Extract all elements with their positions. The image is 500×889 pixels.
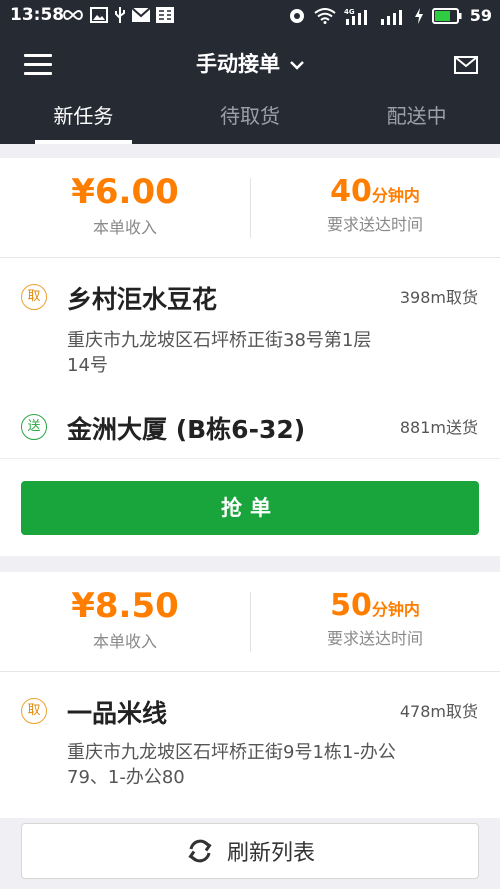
refresh-list-button[interactable]: 刷新列表	[21, 823, 479, 879]
delivery-minutes: 50分钟内	[250, 588, 500, 623]
page-title-text: 手动接单	[196, 52, 280, 76]
delivery-name: 金洲大厦 (B栋6-32)	[67, 415, 306, 444]
minutes-unit: 分钟内	[371, 186, 420, 205]
separator	[0, 458, 500, 459]
chevron-down-icon	[290, 61, 304, 70]
pickup-shop-name: 一品米线	[67, 699, 168, 728]
pickup-distance: 398m取货	[399, 288, 478, 307]
order-price: ¥8.50	[71, 586, 179, 626]
charging-icon	[414, 7, 423, 24]
delivery-minutes: 40分钟内	[250, 174, 500, 209]
pickup-badge: 取	[21, 698, 47, 724]
tab-awaiting-pickup[interactable]: 待取货	[167, 92, 334, 144]
battery-icon	[431, 7, 462, 24]
tab-new-tasks[interactable]: 新任务	[0, 92, 167, 144]
location-icon	[289, 8, 304, 23]
minutes-value: 50	[330, 588, 372, 623]
tab-bar: 新任务 待取货 配送中	[0, 92, 500, 144]
time-label: 要求送达时间	[326, 629, 423, 648]
wifi-icon	[314, 7, 336, 24]
order-card: ¥8.50 本单收入 50分钟内 要求送达时间 取 一品米线 478m取货 重庆…	[0, 572, 500, 818]
order-card: ¥6.00 本单收入 40分钟内 要求送达时间 取 乡村洰水豆花 398m取货 …	[0, 158, 500, 556]
pickup-distance: 478m取货	[399, 702, 478, 721]
svg-text:4G: 4G	[344, 8, 355, 16]
usb-icon	[115, 7, 125, 23]
status-time: 13:58	[10, 5, 65, 25]
status-right-icons: 4G 59	[288, 6, 492, 25]
signal-icon	[380, 9, 402, 25]
mail-status-icon	[132, 8, 150, 22]
mail-icon[interactable]	[454, 56, 478, 78]
order-summary: ¥6.00 本单收入 40分钟内 要求送达时间	[0, 158, 500, 258]
order-price: ¥6.00	[71, 172, 179, 212]
price-label: 本单收入	[92, 632, 157, 651]
signal-4g-icon: 4G	[344, 8, 367, 25]
order-addresses: 取 乡村洰水豆花 398m取货 重庆市九龙坡区石坪桥正街38号第1层14号 送 …	[0, 258, 500, 550]
pickup-address: 重庆市九龙坡区石坪桥正街38号第1层14号	[67, 330, 372, 376]
image-icon	[90, 7, 108, 23]
pickup-shop-name: 乡村洰水豆花	[67, 285, 218, 314]
tab-delivering[interactable]: 配送中	[333, 92, 500, 144]
page-title[interactable]: 手动接单	[0, 48, 500, 78]
battery-level: 59	[469, 6, 492, 25]
time-label: 要求送达时间	[326, 215, 423, 234]
order-summary: ¥8.50 本单收入 50分钟内 要求送达时间	[0, 572, 500, 672]
news-icon	[156, 7, 174, 23]
order-addresses: 取 一品米线 478m取货 重庆市九龙坡区石坪桥正街9号1栋1-办公79、1-办…	[0, 672, 500, 818]
pickup-address: 重庆市九龙坡区石坪桥正街9号1栋1-办公79、1-办公80	[67, 742, 396, 788]
delivery-distance: 881m送货	[399, 418, 478, 437]
grab-order-button[interactable]: 抢单	[21, 481, 479, 535]
app-header: 13:58 4G 59 手动接单 新任务 待取货 配送中	[0, 0, 500, 144]
minutes-unit: 分钟内	[371, 600, 420, 619]
infinity-icon	[63, 9, 83, 21]
refresh-icon	[188, 839, 212, 863]
price-label: 本单收入	[92, 218, 157, 237]
minutes-value: 40	[330, 174, 372, 209]
status-left-icons	[62, 6, 174, 24]
title-bar: 手动接单	[0, 40, 500, 90]
refresh-label: 刷新列表	[226, 841, 315, 866]
delivery-badge: 送	[21, 414, 47, 440]
status-bar: 13:58 4G 59	[0, 0, 500, 32]
pickup-badge: 取	[21, 284, 47, 310]
